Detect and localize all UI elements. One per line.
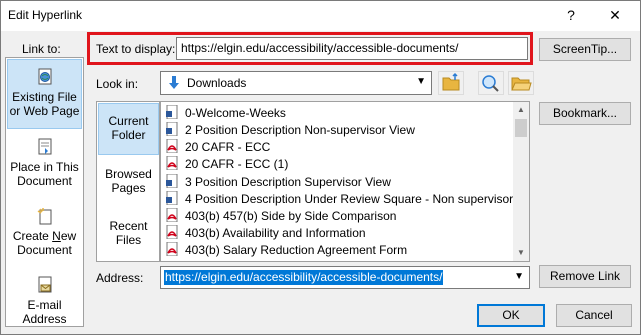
pdf-icon (165, 155, 179, 171)
list-item[interactable]: 403(b) Salary Reduction Agreement Form (165, 241, 408, 258)
list-item[interactable]: 20 CAFR - ECC (1) (165, 155, 289, 172)
remove-link-button[interactable]: Remove Link (539, 265, 631, 288)
up-one-folder-button[interactable] (438, 71, 464, 95)
web-page-icon (38, 68, 51, 85)
address-label: Address: (96, 271, 144, 285)
nav-item-line1: Recent (109, 219, 148, 233)
open-folder-icon (511, 77, 532, 91)
chevron-down-icon: ▼ (416, 76, 426, 87)
browse-nav-panel: Current Folder Browsed Pages Recent File… (96, 101, 160, 262)
pdf-icon (165, 224, 179, 240)
pdf-icon (165, 138, 179, 154)
file-name: 20 CAFR - ECC (1) (185, 157, 289, 171)
word-document-icon (165, 190, 179, 206)
link-to-panel: Existing File or Web Page Place in This … (5, 57, 84, 327)
link-to-create-new-document[interactable]: Create New Document (7, 199, 82, 269)
text-to-display-label: Text to display: (96, 42, 176, 56)
browse-file-button[interactable] (508, 71, 534, 95)
list-item[interactable]: 403(b) 457(b) Side by Side Comparison (165, 207, 397, 224)
nav-item-line2: Folder (111, 128, 146, 142)
pdf-icon (165, 207, 179, 223)
file-list-scrollbar[interactable]: ▲ ▼ (513, 102, 529, 261)
link-to-item-line2: Document (17, 174, 72, 188)
link-to-email-address[interactable]: E-mail Address (7, 268, 82, 335)
file-name: 0-Welcome-Weeks (185, 106, 286, 120)
download-folder-icon (169, 76, 179, 89)
nav-item-line1: Browsed (105, 167, 152, 181)
place-in-document-icon (38, 138, 51, 155)
list-item[interactable]: 20 CAFR - ECC (165, 138, 271, 155)
file-name: 20 CAFR - ECC (185, 140, 271, 154)
word-document-icon (165, 173, 179, 189)
nav-item-line1: Current (108, 114, 149, 128)
screentip-button[interactable]: ScreenTip... (539, 38, 631, 61)
ok-button[interactable]: OK (477, 304, 545, 327)
look-in-dropdown[interactable]: Downloads ▼ (160, 71, 432, 95)
nav-recent-files[interactable]: Recent Files (98, 209, 159, 261)
link-to-item-line1: Place in This (10, 160, 79, 174)
file-list[interactable]: 0-Welcome-Weeks 2 Position Description N… (160, 101, 530, 262)
nav-item-line2: Files (115, 233, 142, 247)
look-in-value: Downloads (187, 76, 247, 90)
link-to-item-line2: Document (17, 243, 72, 257)
link-to-item-line1: Existing File (12, 90, 77, 104)
file-name: 403(b) 457(b) Side by Side Comparison (185, 209, 397, 223)
nav-current-folder[interactable]: Current Folder (98, 103, 159, 155)
bookmark-button[interactable]: Bookmark... (539, 102, 631, 125)
scrollbar-thumb[interactable] (515, 119, 527, 137)
link-to-item-line2: or Web Page (9, 104, 80, 118)
file-name: 4 Position Description Under Review Squa… (185, 192, 523, 206)
list-item[interactable]: 0-Welcome-Weeks (165, 104, 286, 121)
word-document-icon (165, 121, 179, 137)
dialog-title: Edit Hyperlink (8, 8, 83, 22)
browse-web-button[interactable] (478, 71, 504, 95)
file-name: 3 Position Description Supervisor View (185, 175, 391, 189)
link-to-item-line2: Address (22, 312, 67, 326)
link-to-item-line1: E-mail (27, 298, 62, 312)
chevron-down-icon[interactable]: ▼ (514, 271, 524, 282)
link-to-label: Link to: (22, 42, 61, 56)
list-item[interactable]: 3 Position Description Supervisor View (165, 173, 391, 190)
cancel-button[interactable]: Cancel (556, 304, 632, 327)
pdf-icon (165, 241, 179, 257)
text-to-display-input[interactable]: https://elgin.edu/accessibility/accessib… (176, 37, 528, 60)
address-dropdown[interactable]: https://elgin.edu/accessibility/accessib… (160, 266, 530, 289)
email-icon (38, 276, 51, 293)
list-item[interactable]: 403(b) Availability and Information (165, 224, 366, 241)
address-value[interactable]: https://elgin.edu/accessibility/accessib… (164, 270, 444, 285)
close-button[interactable]: ✕ (604, 4, 626, 26)
list-item[interactable]: 2 Position Description Non-supervisor Vi… (165, 121, 415, 138)
nav-browsed-pages[interactable]: Browsed Pages (98, 157, 159, 209)
folder-up-icon (442, 72, 460, 91)
scroll-down-arrow-icon[interactable]: ▼ (513, 245, 529, 261)
browse-web-icon (482, 75, 499, 92)
title-bar (1, 1, 640, 31)
file-name: 403(b) Availability and Information (185, 226, 366, 240)
look-in-label: Look in: (96, 77, 139, 91)
link-to-place-in-document[interactable]: Place in This Document (7, 130, 82, 200)
scroll-up-arrow-icon[interactable]: ▲ (513, 102, 529, 118)
nav-item-line2: Pages (111, 181, 146, 195)
link-to-item-line1: Create New (12, 229, 77, 243)
file-name: 403(b) Salary Reduction Agreement Form (185, 243, 408, 257)
list-item[interactable]: 4 Position Description Under Review Squa… (165, 190, 523, 207)
new-document-icon (37, 208, 51, 225)
link-to-existing-file[interactable]: Existing File or Web Page (7, 59, 82, 129)
file-name: 2 Position Description Non-supervisor Vi… (185, 123, 415, 137)
word-document-icon (165, 104, 179, 120)
help-button[interactable]: ? (560, 4, 582, 26)
